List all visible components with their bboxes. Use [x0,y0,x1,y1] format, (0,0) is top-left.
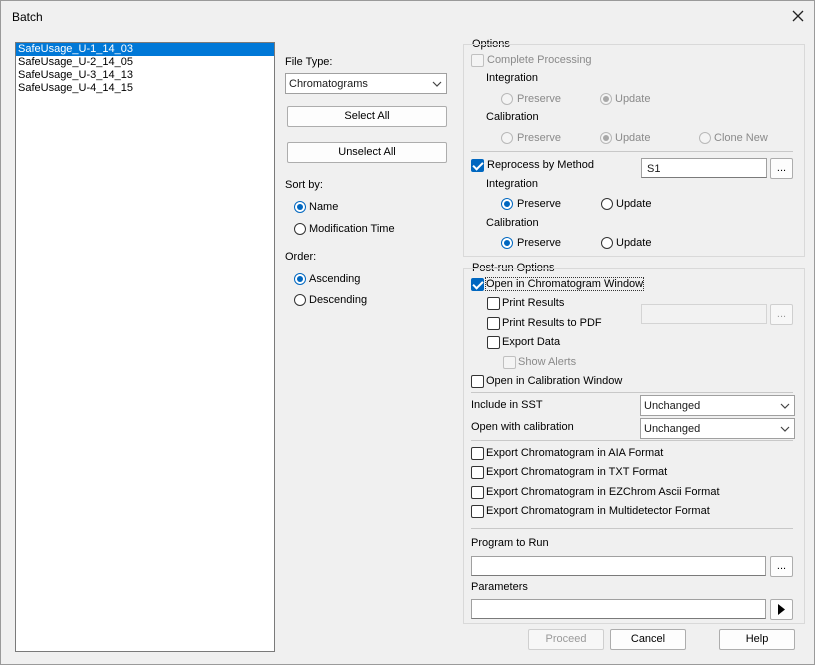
method-input[interactable]: S1 [641,158,767,178]
help-button[interactable]: Help [719,629,795,650]
rm-integration-preserve-label: Preserve [517,198,562,210]
file-list-item[interactable]: SafeUsage_U-3_14_13 [16,69,274,82]
chevron-down-icon [432,81,442,87]
pdf-browse-button[interactable]: ... [770,304,793,325]
open-chrom-window-label: Open in Chromatogram Window [484,277,645,291]
order-descending-radio[interactable] [294,294,306,306]
rm-calibration-label: Calibration [486,217,539,229]
cp-calibration-update-label: Update [615,132,651,144]
close-button[interactable] [787,6,809,26]
post-run-separator-3 [471,528,793,529]
show-alerts-checkbox[interactable] [503,356,516,369]
open-calib-window-checkbox[interactable] [471,375,484,388]
print-results-label: Print Results [502,297,565,309]
open-with-calibration-value: Unchanged [644,423,701,435]
parameters-input[interactable] [471,599,766,619]
file-list-item[interactable]: SafeUsage_U-1_14_03 [16,43,274,56]
open-with-calibration-select[interactable]: Unchanged [640,418,795,439]
window-title: Batch [12,10,43,24]
select-all-button[interactable]: Select All [287,106,447,127]
order-ascending-radio[interactable] [294,273,306,285]
rm-integration-update-label: Update [616,198,652,210]
cp-calibration-clone-new-label: Clone New [714,132,768,144]
export-multidetector-checkbox[interactable] [471,505,484,518]
unselect-all-button[interactable]: Unselect All [287,142,447,163]
parameters-arrow-button[interactable] [770,599,793,620]
cp-calibration-preserve-radio[interactable] [501,132,513,144]
export-aia-checkbox[interactable] [471,447,484,460]
sort-name-radio[interactable] [294,201,306,213]
proceed-button[interactable]: Proceed [528,629,604,650]
reprocess-by-method-label: Reprocess by Method [487,159,594,171]
rm-integration-preserve-radio[interactable] [501,198,513,210]
program-to-run-input[interactable] [471,556,766,576]
cp-integration-label: Integration [486,72,538,84]
cp-calibration-preserve-label: Preserve [517,132,562,144]
chevron-down-icon [780,426,790,432]
cp-calibration-label: Calibration [486,111,539,123]
export-aia-label: Export Chromatogram in AIA Format [486,447,664,459]
rm-calibration-update-radio[interactable] [601,237,613,249]
file-type-value: Chromatograms [289,78,368,90]
export-data-checkbox[interactable] [487,336,500,349]
file-list-item[interactable]: SafeUsage_U-2_14_05 [16,56,274,69]
open-chrom-window-checkbox[interactable] [471,278,484,291]
batch-dialog: Batch SafeUsage_U-1_14_03 SafeUsage_U-2_… [0,0,815,665]
export-ezchrom-checkbox[interactable] [471,486,484,499]
open-with-calibration-label: Open with calibration [471,421,574,433]
include-sst-select[interactable]: Unchanged [640,395,795,416]
file-type-select[interactable]: Chromatograms [285,73,447,94]
complete-processing-label: Complete Processing [487,54,592,66]
sort-modification-time-label: Modification Time [309,223,395,235]
cancel-button[interactable]: Cancel [610,629,686,650]
play-arrow-icon [778,604,785,615]
order-label: Order: [285,251,317,263]
export-txt-label: Export Chromatogram in TXT Format [486,466,668,478]
method-value: S1 [647,163,661,175]
cp-integration-update-label: Update [615,93,651,105]
cp-integration-update-radio[interactable] [600,93,612,105]
rm-integration-update-radio[interactable] [601,198,613,210]
export-data-label: Export Data [502,336,561,348]
post-run-separator-2 [471,440,793,441]
post-run-separator-1 [471,392,793,393]
close-icon [792,10,804,22]
print-results-checkbox[interactable] [487,297,500,310]
cp-integration-preserve-radio[interactable] [501,93,513,105]
include-sst-label: Include in SST [471,399,543,411]
complete-processing-checkbox[interactable] [471,54,484,67]
rm-integration-label: Integration [486,178,538,190]
print-to-pdf-checkbox[interactable] [487,317,500,330]
export-multidetector-label: Export Chromatogram in Multidetector For… [486,505,710,517]
cp-integration-preserve-label: Preserve [517,93,562,105]
options-separator [471,151,793,152]
sort-name-label: Name [309,201,339,213]
sort-by-label: Sort by: [285,179,323,191]
file-list-item[interactable]: SafeUsage_U-4_14_15 [16,82,274,95]
rm-calibration-preserve-label: Preserve [517,237,562,249]
sort-modification-time-radio[interactable] [294,223,306,235]
pdf-path-input[interactable] [641,304,767,324]
method-browse-button[interactable]: ... [770,158,793,179]
print-to-pdf-label: Print Results to PDF [502,317,602,329]
cp-calibration-clone-new-radio[interactable] [699,132,711,144]
cp-calibration-update-radio[interactable] [600,132,612,144]
chevron-down-icon [780,403,790,409]
rm-calibration-update-label: Update [616,237,652,249]
export-ezchrom-label: Export Chromatogram in EZChrom Ascii For… [486,486,720,498]
rm-calibration-preserve-radio[interactable] [501,237,513,249]
open-calib-window-label: Open in Calibration Window [486,375,623,387]
export-txt-checkbox[interactable] [471,466,484,479]
reprocess-by-method-checkbox[interactable] [471,159,484,172]
file-list[interactable]: SafeUsage_U-1_14_03 SafeUsage_U-2_14_05 … [15,42,275,652]
parameters-label: Parameters [471,581,528,593]
program-to-run-label: Program to Run [471,537,549,549]
show-alerts-label: Show Alerts [518,356,577,368]
program-browse-button[interactable]: ... [770,556,793,577]
include-sst-value: Unchanged [644,400,701,412]
order-ascending-label: Ascending [309,273,361,285]
file-type-label: File Type: [285,56,333,68]
order-descending-label: Descending [309,294,368,306]
